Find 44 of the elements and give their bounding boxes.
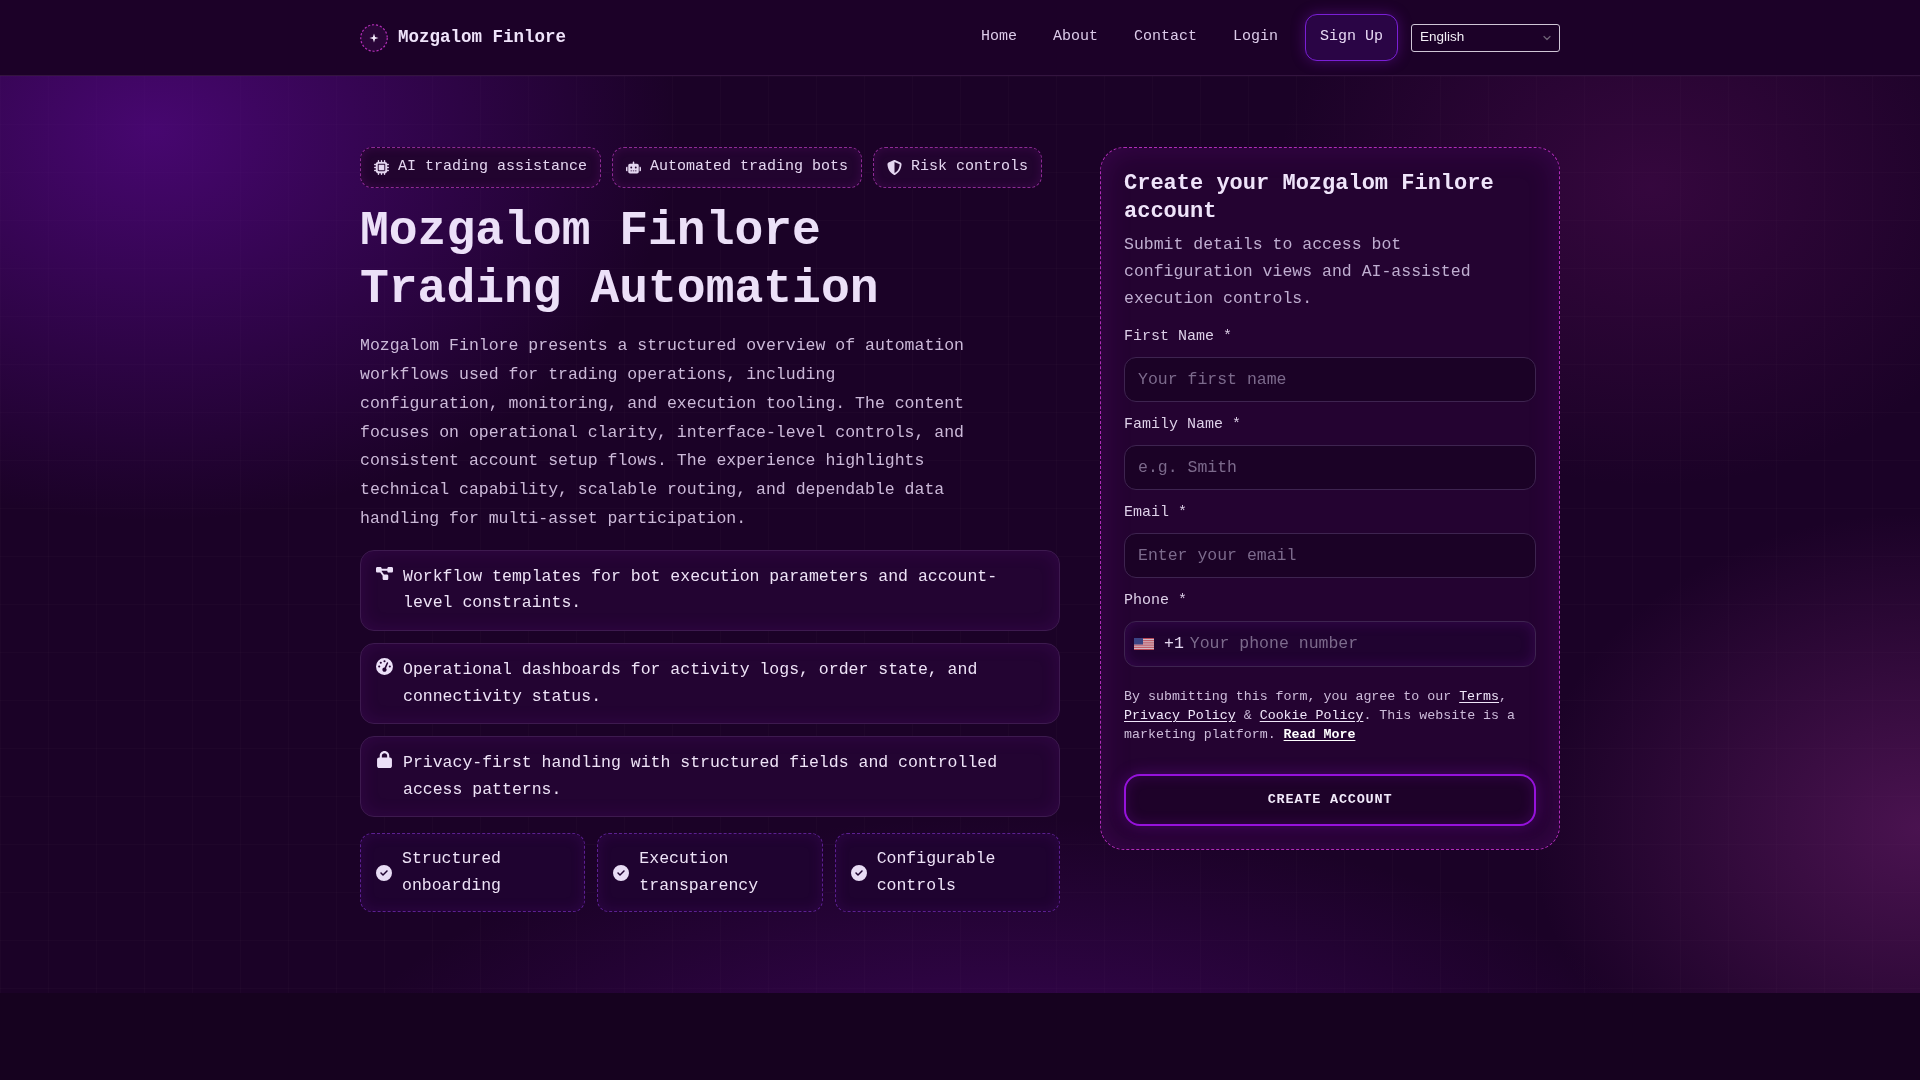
logo-icon [360, 23, 388, 52]
chip-icon [374, 160, 389, 175]
tag-label: Risk controls [911, 157, 1029, 178]
input-field[interactable]: Your first name [1124, 357, 1536, 402]
field-label: Family Name * [1124, 415, 1243, 435]
inline-link[interactable]: Cookie Policy [1259, 708, 1364, 723]
phone-field[interactable]: +1 Your phone number [1124, 621, 1536, 667]
nav-link[interactable]: Login [1232, 26, 1278, 49]
robot-icon [626, 160, 642, 175]
shield-icon [887, 160, 903, 175]
feature-text: Operational dashboards for activity logs, order state, and connectivity status. [403, 658, 979, 708]
input-field[interactable]: Enter your email [1124, 533, 1536, 578]
inline-link[interactable]: Privacy Policy [1124, 708, 1236, 723]
highlight-text: Configurable controls [876, 848, 997, 897]
field-label: First Name * [1124, 327, 1234, 347]
nav-link[interactable]: About [1052, 26, 1098, 49]
tag-label: AI trading assistance [398, 157, 588, 178]
field-label: Phone * [1124, 591, 1188, 611]
lock-icon [376, 751, 393, 769]
tag-label: Automated trading bots [650, 157, 849, 178]
intro-paragraph: Mozgalom Finlore presents a structured overview of automation workflows used for trading operations, including configuration, monitoring, and execution tooling. The content focuses on operational clarity, interface-level controls, and consistent account setup flows. The experience highlights technical capability, scalable routing, and dependable data handling for multi-asset participation. [360, 335, 965, 530]
flag-icon [1134, 638, 1154, 650]
nav-link[interactable]: Home [980, 26, 1017, 49]
inline-link[interactable]: Terms [1459, 689, 1500, 704]
highlight-text: Structured onboarding [402, 848, 503, 897]
brand-name: Mozgalom Finlore [398, 26, 567, 50]
language-select[interactable]: English [1411, 23, 1560, 52]
bold-link[interactable]: Read More [1283, 727, 1356, 742]
phone-number-input[interactable]: Your phone number [1189, 632, 1526, 656]
feature-text: Workflow templates for bot execution parameters and account-level constraints. [403, 565, 999, 615]
sign-up-button[interactable]: Sign Up [1305, 14, 1398, 61]
field-label: Email * [1124, 503, 1188, 523]
gauge-icon [376, 657, 393, 675]
consent-text: By submitting this form, you agree to our Terms, Privacy Policy & Cookie Policy. This website is a marketing platform. Read More [1124, 688, 1516, 744]
form-title: Create your Mozgalom Finlore account [1124, 170, 1495, 226]
form-subtitle: Submit details to access bot configuration views and AI-assisted execution controls. [1124, 234, 1472, 310]
create-account-button[interactable]: CREATE ACCOUNT [1124, 774, 1536, 826]
diagram-icon [376, 564, 393, 582]
hero-title: Mozgalom Finlore Trading Automation [360, 203, 880, 318]
input-field[interactable]: e.g. Smith [1124, 445, 1536, 490]
highlight-text: Execution transparency [639, 848, 760, 897]
dial-code: +1 [1164, 632, 1184, 655]
nav-link[interactable]: Contact [1133, 26, 1197, 49]
feature-text: Privacy-first handling with structured fields and controlled access patterns. [403, 752, 999, 801]
